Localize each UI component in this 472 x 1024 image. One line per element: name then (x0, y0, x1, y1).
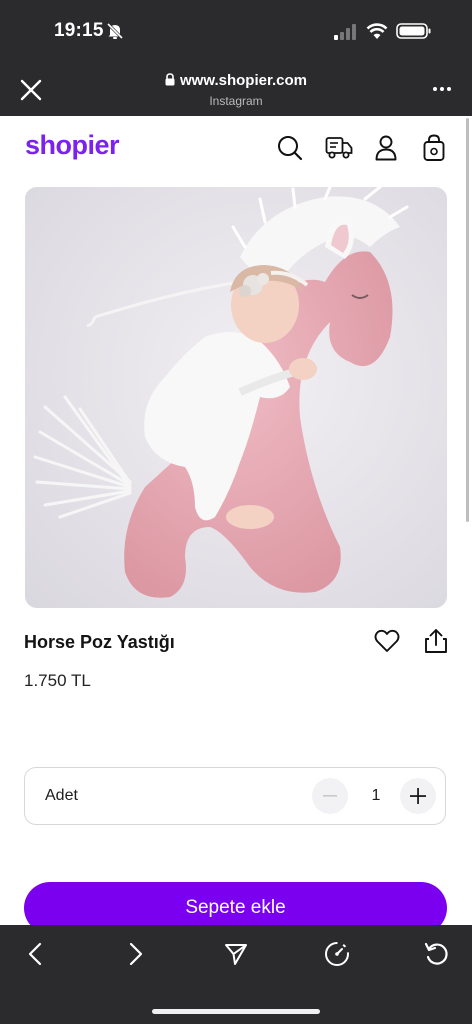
increase-quantity-button[interactable] (400, 778, 436, 814)
shopping-bag-icon[interactable] (423, 134, 445, 162)
more-options-icon[interactable] (432, 86, 452, 92)
page-scrollbar[interactable] (466, 118, 469, 522)
quantity-label: Adet (45, 787, 78, 804)
browser-source: Instagram (209, 94, 263, 108)
speedometer-icon[interactable] (324, 941, 350, 967)
send-icon[interactable] (224, 942, 248, 966)
product-image[interactable] (25, 187, 447, 608)
minus-icon (323, 795, 337, 797)
product-price: 1.750 TL (24, 671, 91, 690)
share-icon[interactable] (424, 628, 448, 654)
status-time: 19:15 (54, 20, 104, 41)
quantity-stepper: Adet 1 (24, 767, 446, 825)
product-title: Horse Poz Yastığı (24, 632, 175, 652)
quantity-value: 1 (371, 787, 381, 804)
wifi-icon (366, 22, 388, 40)
search-icon[interactable] (277, 135, 303, 161)
status-bar: 19:15 (0, 0, 472, 62)
shipping-truck-icon[interactable] (325, 136, 353, 160)
bell-muted-icon (106, 22, 124, 40)
user-account-icon[interactable] (375, 135, 397, 161)
back-icon[interactable] (28, 942, 42, 966)
heart-favorite-icon[interactable] (374, 629, 400, 653)
battery-icon (396, 22, 432, 40)
forward-icon[interactable] (129, 942, 143, 966)
home-indicator[interactable] (152, 1009, 320, 1014)
browser-url-text: www.shopier.com (180, 72, 307, 89)
shopier-logo[interactable]: shopier (25, 130, 120, 161)
browser-url[interactable]: www.shopier.com (0, 72, 472, 89)
reload-icon[interactable] (424, 941, 450, 967)
in-app-browser-bar: www.shopier.com Instagram (0, 62, 472, 116)
plus-icon (410, 788, 426, 804)
decrease-quantity-button[interactable] (312, 778, 348, 814)
lock-icon (165, 73, 175, 86)
cellular-signal-icon (334, 24, 358, 40)
